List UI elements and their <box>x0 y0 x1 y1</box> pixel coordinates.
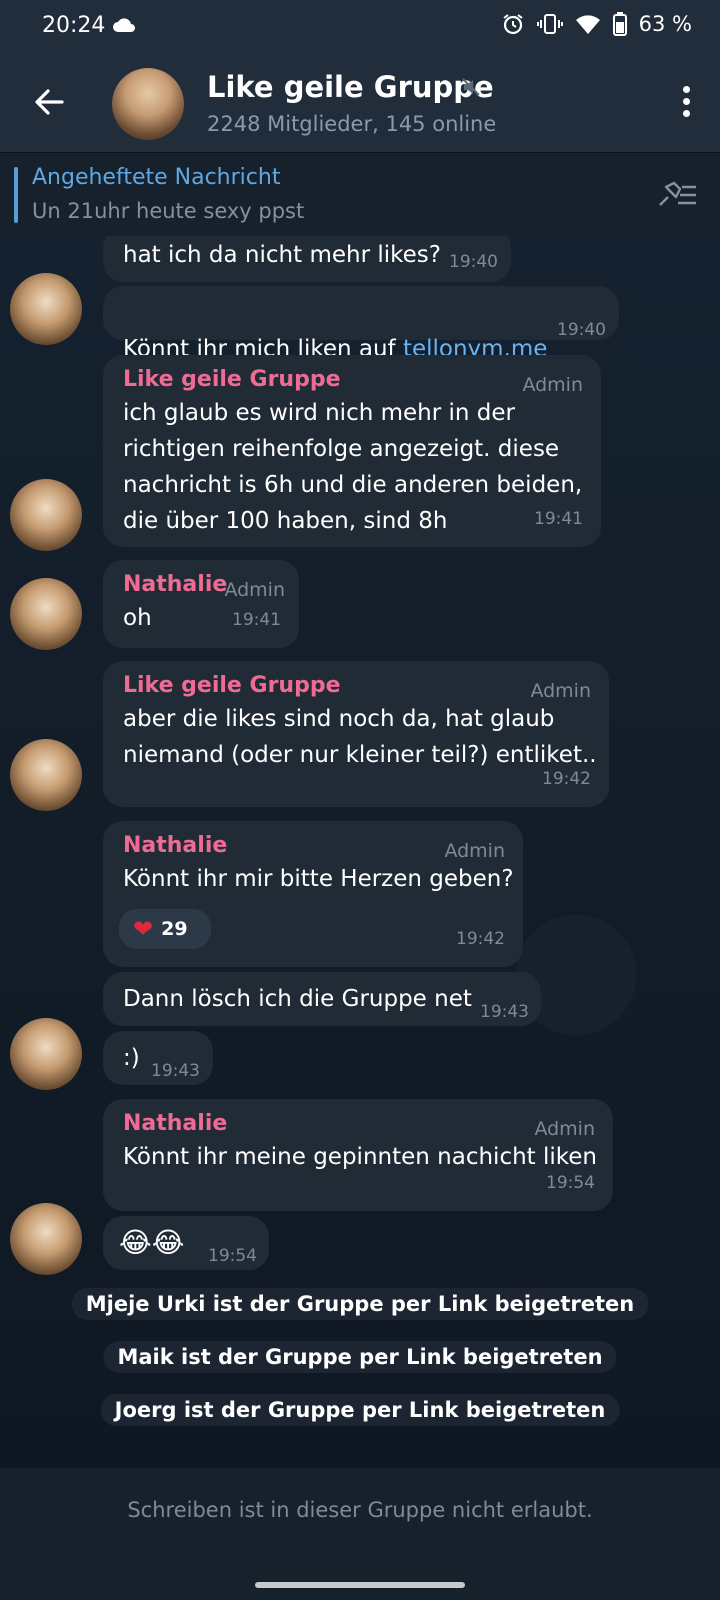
sender-avatar[interactable] <box>10 1203 82 1275</box>
more-menu-icon[interactable] <box>680 86 692 122</box>
status-icons: 63 % <box>501 12 692 36</box>
back-arrow-icon[interactable] <box>32 84 68 120</box>
message-bubble[interactable]: Like geile Gruppe Admin ich glaub es wir… <box>103 355 601 547</box>
service-message: Joerg ist der Gruppe per Link beigetrete… <box>100 1394 620 1426</box>
message-time: 19:41 <box>232 610 281 630</box>
message-text: Könnt ihr mir bitte Herzen geben? <box>123 866 514 892</box>
message-time: 19:43 <box>151 1061 200 1081</box>
pinned-message-bar[interactable]: Angeheftete Nachricht Un 21uhr heute sex… <box>0 152 720 237</box>
sender-avatar[interactable] <box>10 479 82 551</box>
message-time: 19:42 <box>456 929 505 949</box>
message-time: 19:54 <box>546 1173 595 1193</box>
chat-header: Like geile Gruppe 2248 Mitglieder, 145 o… <box>0 56 720 152</box>
sender-name[interactable]: Like geile Gruppe <box>123 671 341 701</box>
service-message: Mjeje Urki ist der Gruppe per Link beige… <box>71 1288 649 1320</box>
message-time: 19:42 <box>542 769 591 789</box>
message-bubble[interactable]: :) 19:43 <box>103 1031 213 1085</box>
wifi-icon <box>575 15 600 34</box>
pinned-list-icon[interactable] <box>656 179 700 211</box>
group-avatar[interactable] <box>112 68 184 140</box>
write-disabled-notice: Schreiben ist in dieser Gruppe nicht erl… <box>127 1498 593 1522</box>
reaction-chip[interactable]: ❤ 29 <box>119 909 211 949</box>
sender-avatar[interactable] <box>10 273 82 345</box>
reaction-count: 29 <box>161 918 188 940</box>
message-time: 19:54 <box>208 1246 257 1266</box>
message-bubble[interactable]: 😂😂 19:54 <box>103 1216 269 1270</box>
sender-avatar[interactable] <box>10 739 82 811</box>
message-bubble[interactable]: Könnt ihr mich liken auf tellonym.me 19:… <box>103 286 619 362</box>
message-time: 19:43 <box>480 1002 529 1022</box>
message-bubble[interactable]: Nathalie Admin Könnt ihr mir bitte Herze… <box>103 821 523 967</box>
message-emoji: 😂😂 <box>119 1226 185 1259</box>
message-text: oh <box>123 605 152 631</box>
cloud-icon <box>113 18 135 32</box>
message-time: 19:40 <box>449 252 498 272</box>
status-bar: 20:24 63 % <box>0 0 720 56</box>
sender-name[interactable]: Like geile Gruppe <box>123 365 341 395</box>
battery-percent: 63 % <box>638 12 692 36</box>
home-indicator[interactable] <box>255 1582 465 1588</box>
message-text: :) <box>123 1045 140 1071</box>
message-text: ich glaub es wird nich mehr in der richt… <box>123 400 583 534</box>
service-message: Maik ist der Gruppe per Link beigetreten <box>103 1341 617 1373</box>
vibrate-icon <box>536 14 563 34</box>
message-bubble[interactable]: Nathalie Admin oh 19:41 <box>103 560 299 648</box>
sender-name[interactable]: Nathalie <box>123 831 227 861</box>
sender-name[interactable]: Nathalie <box>123 570 227 600</box>
message-text: Könnt ihr meine gepinnten nachicht liken <box>123 1144 598 1170</box>
status-time: 20:24 <box>42 13 106 38</box>
sender-name[interactable]: Nathalie <box>123 1109 227 1139</box>
message-list[interactable]: hat ich da nicht mehr likes? 19:40 Könnt… <box>0 236 720 1468</box>
composer-disabled-bar: Schreiben ist in dieser Gruppe nicht erl… <box>0 1468 720 1600</box>
pinned-indicator <box>14 167 18 223</box>
sender-avatar[interactable] <box>10 578 82 650</box>
sender-avatar[interactable] <box>10 1018 82 1090</box>
muted-icon <box>462 78 480 96</box>
message-bubble[interactable]: Nathalie Admin Könnt ihr meine gepinnten… <box>103 1099 613 1211</box>
pinned-title: Angeheftete Nachricht <box>32 165 281 190</box>
message-bubble[interactable]: Dann lösch ich die Gruppe net 19:43 <box>103 972 541 1026</box>
message-bubble[interactable]: Like geile Gruppe Admin aber die likes s… <box>103 661 609 807</box>
heart-icon: ❤ <box>133 915 154 943</box>
message-text: hat ich da nicht mehr likes? <box>123 242 441 268</box>
battery-icon <box>612 12 627 36</box>
message-text: Dann lösch ich die Gruppe net <box>123 986 472 1012</box>
message-time: 19:40 <box>557 320 606 340</box>
member-count: 2248 Mitglieder, 145 online <box>207 112 497 136</box>
message-text: aber die likes sind noch da, hat glaub n… <box>123 706 597 768</box>
group-title[interactable]: Like geile Gruppe <box>207 70 494 104</box>
message-bubble[interactable]: hat ich da nicht mehr likes? 19:40 <box>103 236 511 282</box>
pinned-text: Un 21uhr heute sexy ppst <box>32 199 305 223</box>
message-time: 19:41 <box>534 509 583 529</box>
alarm-icon <box>503 14 523 35</box>
